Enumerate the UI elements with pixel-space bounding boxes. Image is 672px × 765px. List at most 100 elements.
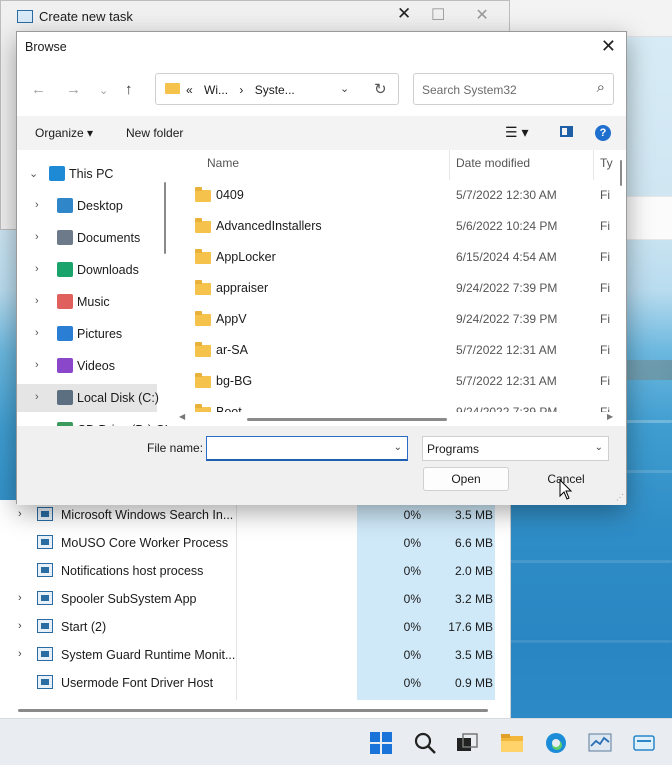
- overflow-chevron-icon[interactable]: «: [186, 83, 193, 97]
- nav-item[interactable]: › Desktop: [17, 192, 157, 220]
- up-arrow-icon[interactable]: ↑: [125, 81, 133, 98]
- open-button[interactable]: Open: [423, 467, 509, 491]
- address-bar[interactable]: « Wi... › Syste... ⌄ ↻: [155, 73, 399, 105]
- chevron-right-icon[interactable]: ›: [35, 295, 39, 307]
- edge-icon[interactable]: [544, 731, 568, 755]
- file-row[interactable]: Boot 9/24/2022 7:39 PM Fi: [173, 397, 617, 412]
- file-explorer-icon[interactable]: [500, 731, 524, 755]
- column-header-name[interactable]: Name: [207, 156, 239, 170]
- column-divider[interactable]: [449, 150, 450, 180]
- chevron-right-icon[interactable]: ›: [18, 620, 30, 632]
- file-name: AppV: [216, 312, 247, 326]
- file-list-horizontal-scrollbar[interactable]: [247, 418, 447, 421]
- column-header-date-modified[interactable]: Date modified: [456, 156, 530, 170]
- file-list-vertical-scrollbar[interactable]: [620, 160, 622, 186]
- chevron-right-icon[interactable]: ›: [35, 263, 39, 275]
- scroll-right-icon[interactable]: ▶: [607, 412, 613, 421]
- process-name: Microsoft Windows Search In...: [61, 508, 234, 522]
- process-row[interactable]: › Spooler SubSystem App 0% 3.2 MB: [0, 585, 510, 613]
- chevron-down-icon[interactable]: ⌄: [394, 442, 402, 453]
- process-row[interactable]: › Start (2) 0% 17.6 MB: [0, 613, 510, 641]
- search-placeholder: Search System32: [422, 83, 517, 97]
- horizontal-scrollbar[interactable]: [18, 709, 488, 712]
- folder-icon: [195, 218, 211, 233]
- chevron-right-icon[interactable]: ›: [18, 648, 30, 660]
- start-icon[interactable]: [369, 731, 393, 755]
- chevron-down-icon[interactable]: ⌄: [29, 167, 38, 180]
- chevron-right-icon[interactable]: ›: [35, 359, 39, 371]
- resize-grip-icon[interactable]: ⋰: [616, 493, 624, 502]
- nav-item[interactable]: › Documents: [17, 224, 157, 252]
- scroll-left-icon[interactable]: ◀: [179, 412, 185, 421]
- chevron-right-icon[interactable]: ›: [18, 592, 30, 604]
- new-folder-button[interactable]: New folder: [126, 126, 183, 140]
- nav-item[interactable]: ⌄ This PC: [17, 160, 157, 188]
- view-options-icon[interactable]: ☰ ▾: [505, 124, 528, 141]
- task-view-icon[interactable]: [455, 731, 479, 755]
- chevron-right-icon[interactable]: ›: [18, 508, 30, 520]
- process-row[interactable]: MoUSO Core Worker Process 0% 6.6 MB: [0, 529, 510, 557]
- forward-arrow-icon[interactable]: →: [66, 81, 81, 98]
- search-input[interactable]: Search System32 ⌕: [413, 73, 614, 105]
- process-icon: [37, 619, 53, 633]
- breadcrumb-windows[interactable]: Wi...: [204, 83, 228, 97]
- recent-locations-chevron-icon[interactable]: ⌄: [99, 84, 108, 97]
- file-row[interactable]: AppV 9/24/2022 7:39 PM Fi: [173, 304, 617, 335]
- navigation-scrollbar[interactable]: [164, 182, 166, 254]
- refresh-icon[interactable]: ↻: [374, 80, 387, 98]
- nav-item[interactable]: › Videos: [17, 352, 157, 380]
- task-manager-icon[interactable]: [588, 731, 612, 755]
- process-row[interactable]: Usermode Font Driver Host 0% 0.9 MB: [0, 669, 510, 697]
- file-row[interactable]: AdvancedInstallers 5/6/2022 10:24 PM Fi: [173, 211, 617, 242]
- file-name: Boot: [216, 405, 242, 412]
- process-name: Usermode Font Driver Host: [61, 676, 214, 690]
- chevron-down-icon[interactable]: ⌄: [340, 82, 349, 95]
- navigation-pane: ⌄ This PC › Desktop › Documents › Downloads › Mus…: [17, 150, 167, 428]
- column-divider[interactable]: [593, 150, 594, 180]
- organize-menu[interactable]: Organize ▾: [35, 126, 93, 140]
- process-row[interactable]: › Microsoft Windows Search In... 0% 3.5 MB: [0, 501, 510, 529]
- run-dialog-icon[interactable]: [632, 731, 656, 755]
- nav-item-label: This PC: [69, 167, 114, 181]
- folder-icon: [195, 280, 211, 295]
- nav-item[interactable]: › Music: [17, 288, 157, 316]
- file-row[interactable]: bg-BG 5/7/2022 12:31 AM Fi: [173, 366, 617, 397]
- process-row[interactable]: Notifications host process 0% 2.0 MB: [0, 557, 510, 585]
- chevron-right-icon[interactable]: ›: [35, 391, 39, 403]
- nav-item-label: Music: [77, 295, 110, 309]
- column-header-type[interactable]: Ty: [600, 156, 613, 170]
- process-memory: 2.0 MB: [431, 557, 495, 585]
- file-row[interactable]: 0409 5/7/2022 12:30 AM Fi: [173, 180, 617, 211]
- search-icon[interactable]: [413, 731, 437, 755]
- chevron-right-icon[interactable]: ›: [35, 327, 39, 339]
- close-icon[interactable]: ✕: [601, 36, 616, 57]
- process-icon: [37, 563, 53, 577]
- nav-item-label: Documents: [77, 231, 141, 245]
- file-date-modified: 5/7/2022 12:31 AM: [456, 343, 557, 357]
- file-row[interactable]: AppLocker 6/15/2024 4:54 AM Fi: [173, 242, 617, 273]
- breadcrumb-separator-icon[interactable]: ›: [239, 83, 243, 97]
- chevron-right-icon[interactable]: ›: [35, 199, 39, 211]
- process-icon: [37, 675, 53, 689]
- chevron-down-icon: ⌄: [594, 442, 603, 453]
- file-row[interactable]: ar-SA 5/7/2022 12:31 AM Fi: [173, 335, 617, 366]
- file-row[interactable]: appraiser 9/24/2022 7:39 PM Fi: [173, 273, 617, 304]
- sort-ascending-icon: ^: [320, 150, 324, 154]
- close-icon[interactable]: ✕: [397, 4, 411, 24]
- process-row[interactable]: › System Guard Runtime Monit... 0% 3.5 MB: [0, 641, 510, 669]
- nav-item[interactable]: › Downloads: [17, 256, 157, 284]
- chevron-right-icon[interactable]: ›: [35, 231, 39, 243]
- preview-pane-icon[interactable]: [560, 126, 573, 137]
- file-type: Fi: [600, 281, 610, 295]
- help-icon[interactable]: ?: [595, 125, 611, 141]
- nav-item[interactable]: › Local Disk (C:): [17, 384, 159, 412]
- nav-item[interactable]: › Pictures: [17, 320, 157, 348]
- back-arrow-icon[interactable]: ←: [31, 81, 46, 98]
- maximize-icon: ☐: [431, 7, 446, 24]
- file-type: Fi: [600, 374, 610, 388]
- file-type-select[interactable]: Programs ⌄: [422, 436, 609, 461]
- breadcrumb-system32[interactable]: Syste...: [255, 83, 295, 97]
- file-name-input[interactable]: ⌄: [206, 436, 408, 461]
- run-icon: [17, 10, 33, 23]
- nav-item-label: Local Disk (C:): [77, 391, 159, 405]
